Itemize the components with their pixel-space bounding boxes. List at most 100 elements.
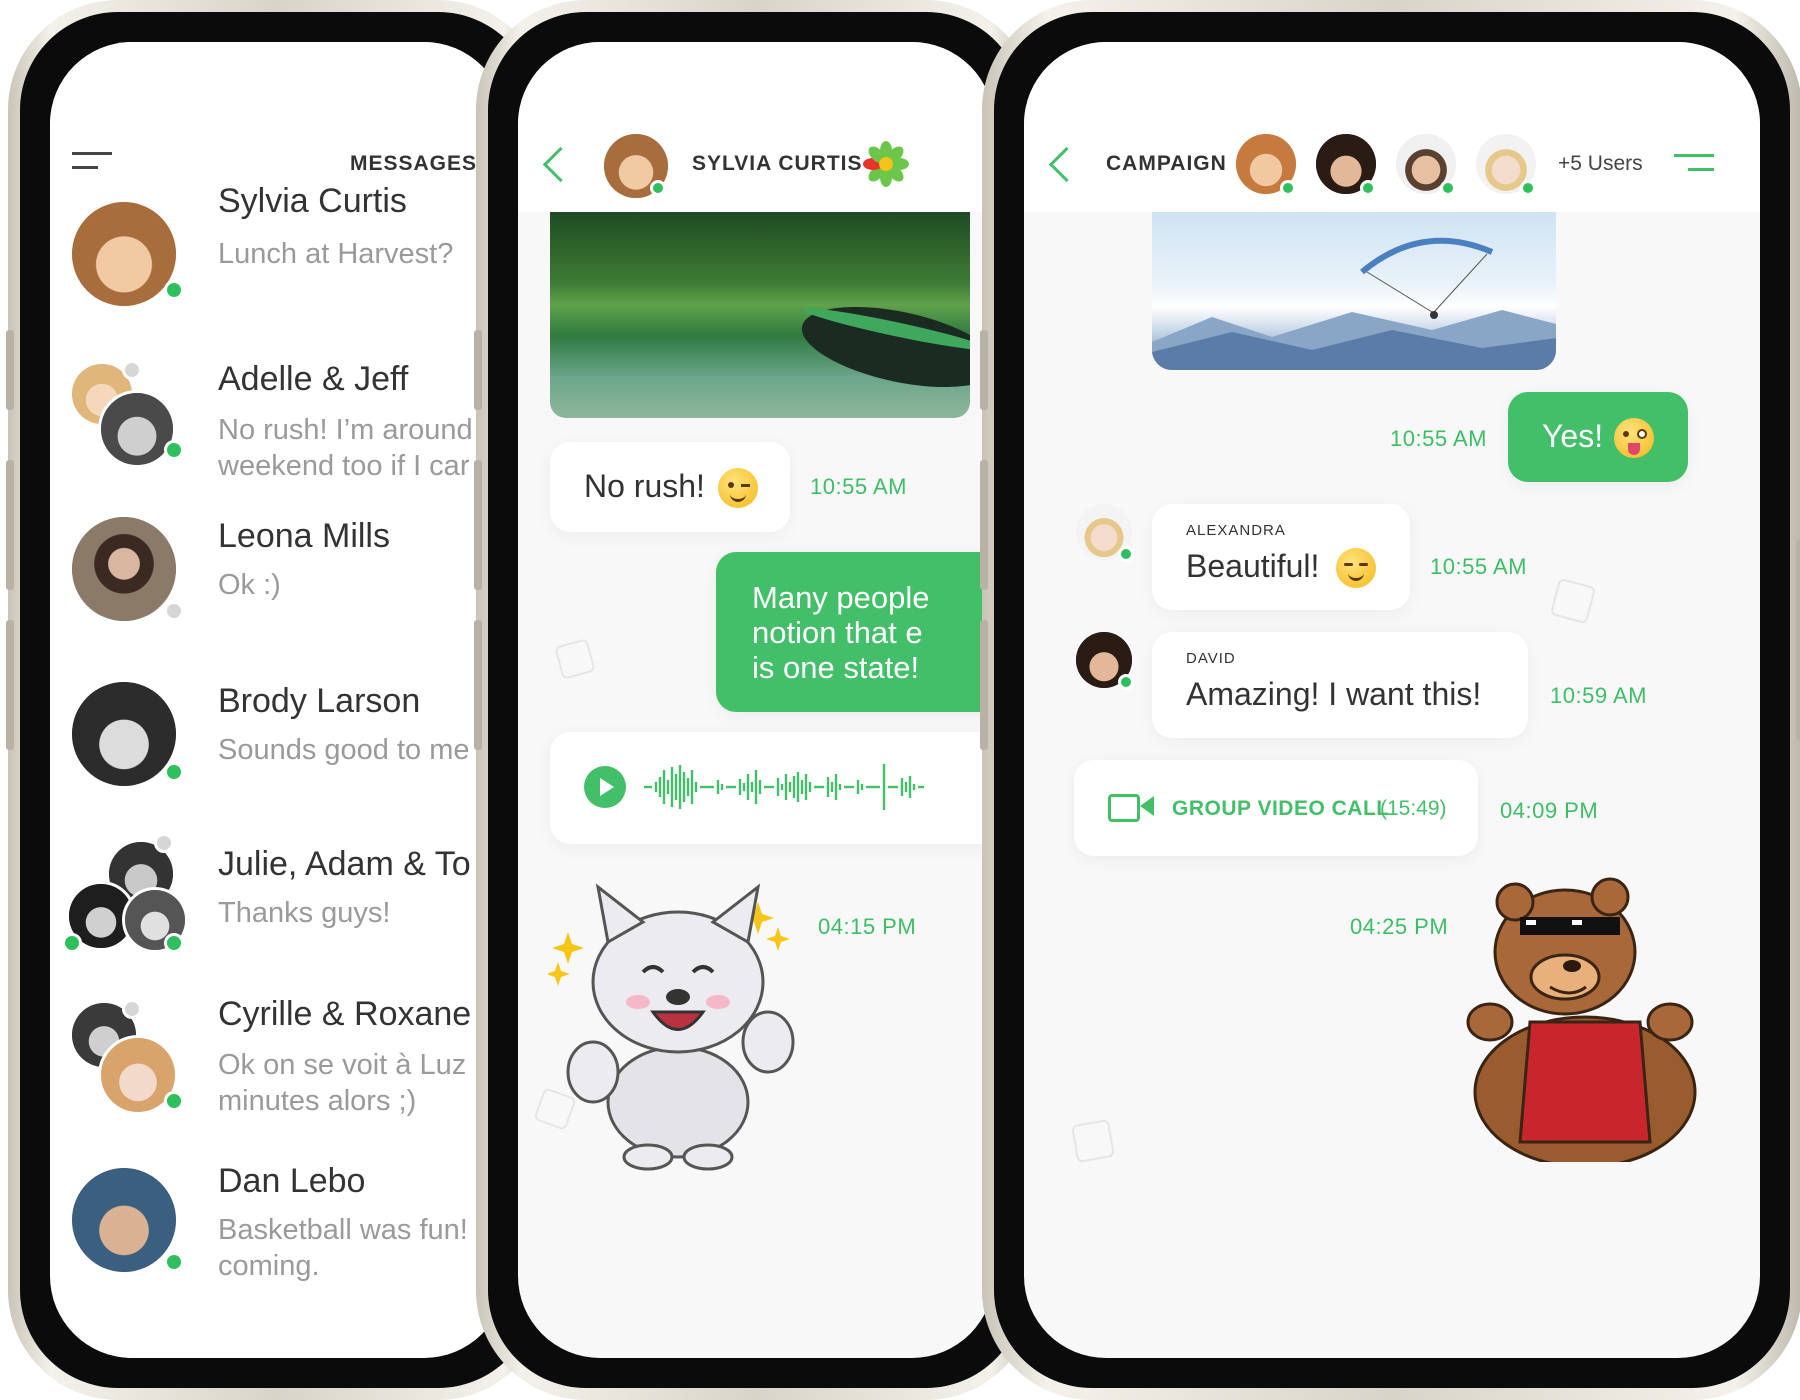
message-bubble-incoming[interactable]: No rush! xyxy=(550,442,790,532)
offline-status-dot xyxy=(164,601,184,621)
side-button xyxy=(980,620,988,750)
list-item[interactable]: Sylvia Curtis Lunch at Harvest? xyxy=(50,182,506,332)
offline-status-dot xyxy=(122,999,142,1019)
group-title[interactable]: CAMPAIGN xyxy=(1106,152,1227,176)
background-doodle xyxy=(1549,577,1597,625)
flower-logo-icon xyxy=(862,140,910,188)
message-time: 10:55 AM xyxy=(1390,426,1487,451)
shared-photo-lake[interactable] xyxy=(550,212,970,418)
play-icon[interactable] xyxy=(584,766,626,808)
conversation-name: Leona Mills xyxy=(218,517,390,555)
video-call-card[interactable]: GROUP VIDEO CALL (15:49) xyxy=(1074,760,1478,856)
chat-header: SYLVIA CURTIS xyxy=(518,42,994,212)
winking-face-emoji-icon xyxy=(718,468,758,508)
online-status-dot xyxy=(1440,180,1456,196)
bezel: CAMPAIGN +5 Users Yes! 10:55 AM ALEXANDR… xyxy=(994,12,1790,1388)
tongue-wink-emoji-icon xyxy=(1614,418,1654,458)
shared-photo-paraglider[interactable] xyxy=(1152,212,1556,370)
list-item[interactable]: Cyrille & Roxane Ok on se voit à Luz min… xyxy=(50,987,506,1147)
message-bubble-incoming[interactable]: ALEXANDRA Beautiful! xyxy=(1152,504,1410,610)
online-status-dot xyxy=(164,440,184,460)
conversation-name: Brody Larson xyxy=(218,682,421,720)
extra-users-count[interactable]: +5 Users xyxy=(1558,152,1643,176)
sender-name: DAVID xyxy=(1186,650,1236,667)
side-button xyxy=(6,330,14,410)
list-item[interactable]: Julie, Adam & To Thanks guys! xyxy=(50,827,506,977)
message-bubble-outgoing[interactable]: Yes! xyxy=(1508,392,1688,482)
message-time: 10:55 AM xyxy=(1430,554,1527,579)
message-bubble-incoming[interactable]: DAVID Amazing! I want this! xyxy=(1152,632,1528,738)
group-chat-screen: CAMPAIGN +5 Users Yes! 10:55 AM ALEXANDR… xyxy=(1024,42,1760,1358)
conversation-name: Adelle & Jeff xyxy=(218,360,409,398)
online-status-dot xyxy=(164,933,184,953)
video-camera-icon-lens xyxy=(1140,796,1154,816)
avatar xyxy=(98,390,176,468)
online-status-dot xyxy=(62,933,82,953)
side-button xyxy=(980,460,988,590)
message-time: 10:59 AM xyxy=(1550,683,1647,708)
conversation-name: Julie, Adam & To xyxy=(218,845,471,883)
waveform-icon xyxy=(644,764,924,810)
list-item[interactable]: Leona Mills Ok :) xyxy=(50,497,506,647)
conversation-preview: No rush! I’m around weekend too if I car xyxy=(218,414,473,482)
list-item[interactable]: Adelle & Jeff No rush! I’m around weeken… xyxy=(50,342,506,492)
chat-screen: SYLVIA CURTIS No rush! 10:55 AM Many peo… xyxy=(518,42,994,1358)
background-doodle xyxy=(1070,1118,1116,1164)
online-status-dot xyxy=(650,180,666,196)
conversation-name: Sylvia Curtis xyxy=(218,182,407,220)
conversation-name: Cyrille & Roxane xyxy=(218,995,472,1033)
voice-message[interactable] xyxy=(550,732,994,844)
side-button xyxy=(980,330,988,410)
online-status-dot xyxy=(1118,674,1134,690)
list-item[interactable]: Brody Larson Sounds good to me xyxy=(50,662,506,812)
side-button xyxy=(6,460,14,590)
message-text: Beautiful! xyxy=(1186,548,1320,584)
group-chat-header: CAMPAIGN +5 Users xyxy=(1024,42,1760,212)
side-button xyxy=(474,460,482,590)
online-status-dot xyxy=(1360,180,1376,196)
hamburger-menu-icon[interactable] xyxy=(72,152,112,172)
bezel: SYLVIA CURTIS No rush! 10:55 AM Many peo… xyxy=(488,12,1024,1388)
inbox-header: MESSAGES xyxy=(50,42,506,202)
message-text: No rush! xyxy=(584,468,705,504)
side-button xyxy=(1796,540,1800,740)
back-chevron-icon[interactable] xyxy=(542,146,579,183)
list-item[interactable]: Dan Lebo Basketball was fun! coming. xyxy=(50,1162,506,1322)
online-status-dot xyxy=(164,1252,184,1272)
online-status-dot xyxy=(1520,180,1536,196)
sender-name: ALEXANDRA xyxy=(1186,522,1286,539)
message-time: 04:15 PM xyxy=(818,914,917,939)
menu-icon[interactable] xyxy=(1674,154,1714,174)
conversation-preview: Sounds good to me xyxy=(218,734,470,766)
inbox-screen: MESSAGES Sylvia Curtis Lunch at Harvest? xyxy=(50,42,506,1358)
online-status-dot xyxy=(1118,546,1134,562)
video-camera-icon xyxy=(1108,794,1140,822)
offline-status-dot xyxy=(154,833,174,853)
back-chevron-icon[interactable] xyxy=(1048,146,1085,183)
page-title: MESSAGES xyxy=(350,152,478,175)
message-time: 10:55 AM xyxy=(810,474,907,499)
call-duration: (15:49) xyxy=(1380,797,1447,820)
contact-name[interactable]: SYLVIA CURTIS xyxy=(692,152,863,176)
conversation-preview: Thanks guys! xyxy=(218,897,391,929)
side-button xyxy=(474,330,482,410)
online-status-dot xyxy=(164,1091,184,1111)
avatar xyxy=(72,517,176,621)
phone-group-chat: CAMPAIGN +5 Users Yes! 10:55 AM ALEXANDR… xyxy=(980,0,1800,1400)
conversation-preview: Basketball was fun! coming. xyxy=(218,1214,468,1282)
message-time: 04:25 PM xyxy=(1350,914,1449,939)
conversation-preview: Ok :) xyxy=(218,569,281,601)
bear-sticker[interactable] xyxy=(1460,872,1710,1169)
online-status-dot xyxy=(1280,180,1296,196)
side-button xyxy=(474,620,482,750)
call-label: GROUP VIDEO CALL xyxy=(1172,797,1390,820)
avatar xyxy=(72,202,176,306)
wolf-sticker[interactable] xyxy=(546,872,808,1172)
avatar xyxy=(72,1168,176,1272)
smiling-face-emoji-icon xyxy=(1336,548,1376,588)
online-status-dot xyxy=(164,762,184,782)
side-button xyxy=(6,620,14,750)
offline-status-dot xyxy=(122,360,142,380)
conversation-preview: Ok on se voit à Luz minutes alors ;) xyxy=(218,1049,467,1117)
message-bubble-outgoing[interactable]: Many people notion that e is one state! xyxy=(716,552,994,712)
